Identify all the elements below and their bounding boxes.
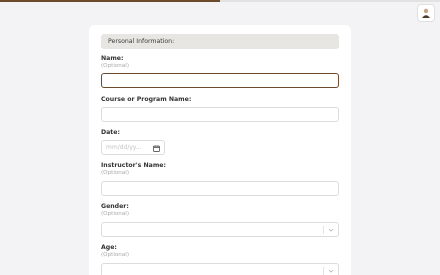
user-avatar-button[interactable] xyxy=(417,4,435,22)
instructor-optional-hint: (Optional) xyxy=(101,170,130,176)
gender-optional-hint: (Optional) xyxy=(101,211,130,217)
gender-select[interactable] xyxy=(101,222,339,237)
course-label: Course or Program Name: xyxy=(101,96,192,103)
progress-bar xyxy=(0,0,440,2)
course-input[interactable] xyxy=(101,107,339,122)
name-optional-hint: (Optional) xyxy=(101,63,130,69)
select-separator xyxy=(323,267,324,275)
age-label: Age: xyxy=(101,244,117,251)
chevron-down-icon[interactable] xyxy=(327,226,335,234)
gender-label: Gender: xyxy=(101,203,129,210)
age-optional-hint: (Optional) xyxy=(101,252,130,258)
date-label: Date: xyxy=(101,129,120,136)
section-header-personal-information: Personal Information: xyxy=(101,34,339,49)
date-input[interactable]: mm/dd/yy... xyxy=(101,140,165,155)
date-placeholder: mm/dd/yy... xyxy=(106,144,142,151)
form-card: Personal Information: Name: (Optional) C… xyxy=(89,25,351,275)
user-avatar-icon xyxy=(420,7,432,19)
progress-bar-fill xyxy=(0,0,220,2)
calendar-icon[interactable] xyxy=(153,144,160,152)
instructor-input[interactable] xyxy=(101,181,339,196)
name-input[interactable] xyxy=(101,73,339,88)
chevron-down-icon[interactable] xyxy=(327,267,335,275)
age-select[interactable] xyxy=(101,263,339,275)
select-separator xyxy=(323,226,324,234)
name-label: Name: xyxy=(101,55,124,62)
instructor-label: Instructor's Name: xyxy=(101,162,166,169)
